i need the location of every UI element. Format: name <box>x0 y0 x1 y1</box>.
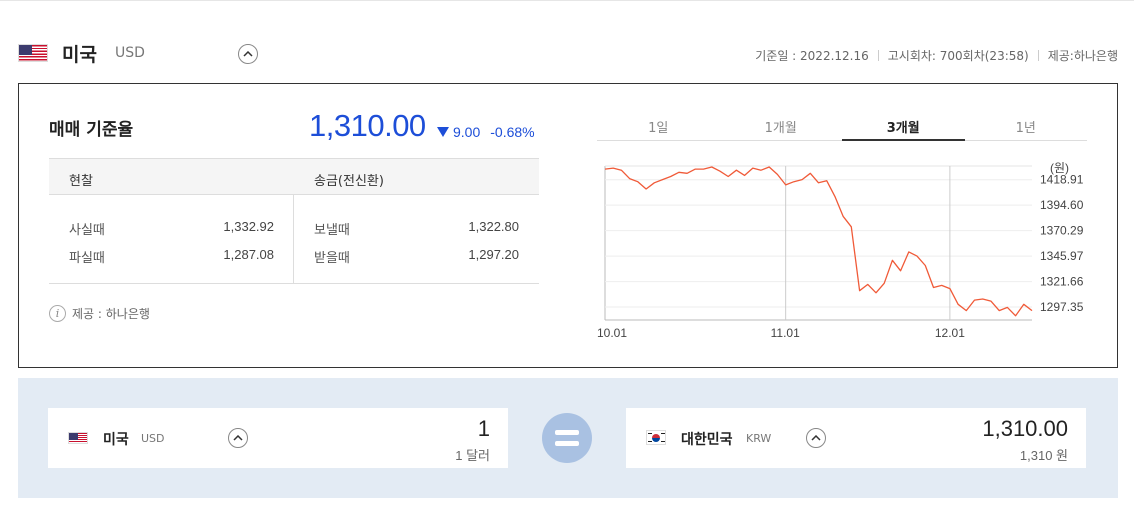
chevron-up-icon <box>243 51 253 57</box>
chart-x-tick-label: 11.01 <box>771 326 800 340</box>
from-amount-unit: 1 달러 <box>455 448 490 463</box>
wire-send-label: 보낼때 <box>314 223 350 238</box>
rate-change-percent: -0.68% <box>490 124 535 140</box>
to-currency-toggle[interactable] <box>806 428 826 448</box>
kr-flag-icon <box>646 430 666 445</box>
currency-header: 미국 USD 기준일 : 2022.12.16 고시회차: 700회차(23:5… <box>18 38 1118 70</box>
converter-from: 미국 USD 1 1 달러 <box>48 408 508 468</box>
tab-1-month[interactable]: 1개월 <box>720 110 843 140</box>
notice-round: 고시회차: 700회차(23:58) <box>887 49 1029 63</box>
to-amount-input[interactable]: 1,310.00 <box>982 416 1068 442</box>
converter-to: 대한민국 KRW 1,310.00 1,310 원 <box>626 408 1086 468</box>
wire-receive-value: 1,297.20 <box>468 247 519 262</box>
rate-value: 1,310.00 <box>309 108 426 143</box>
from-country: 미국 <box>103 432 129 448</box>
top-divider <box>0 0 1134 1</box>
chart-y-tick-label: 1321.66 <box>1040 275 1084 289</box>
chart-y-tick-label: 1297.35 <box>1040 300 1084 314</box>
base-date: 기준일 : 2022.12.16 <box>755 49 869 63</box>
meta-separator <box>1037 50 1039 61</box>
info-icon[interactable]: i <box>49 305 66 322</box>
currency-converter: 미국 USD 1 1 달러 대한민국 KRW 1,310.00 1,310 원 <box>18 378 1118 498</box>
rate-change: 9.00 -0.68% <box>437 124 535 140</box>
chevron-up-icon <box>811 435 821 441</box>
meta-separator <box>877 50 879 61</box>
tab-1-day[interactable]: 1일 <box>597 110 720 140</box>
us-flag-icon <box>68 432 88 444</box>
provider-note: i 제공 : 하나은행 <box>49 305 150 322</box>
to-code: KRW <box>746 432 772 445</box>
column-divider <box>293 195 294 283</box>
us-flag-icon <box>18 44 48 62</box>
equals-icon <box>542 413 592 463</box>
currency-code: USD <box>115 45 145 61</box>
tab-3-months[interactable]: 3개월 <box>842 110 965 141</box>
wire-receive-label: 받을때 <box>314 251 350 266</box>
cash-sell-value: 1,287.08 <box>223 247 274 262</box>
tab-1-year[interactable]: 1년 <box>965 110 1088 140</box>
column-header-wire: 송금(전신환) <box>314 174 384 189</box>
rate-chart-svg: 1418.911394.601370.291345.971321.661297.… <box>597 161 1084 340</box>
rate-chart: 1418.91 1394.60 1370.29 1345.97 1321.66 1297.… <box>597 154 1107 354</box>
rate-table: 현찰 송금(전신환) 사실때 1,332.92 보낼때 1,322.80 파실때… <box>49 158 539 284</box>
down-arrow-icon <box>437 127 449 137</box>
column-header-cash: 현찰 <box>69 174 93 189</box>
rate-change-amount: 9.00 <box>453 124 481 140</box>
cash-buy-label: 사실때 <box>69 223 105 238</box>
currency-country: 미국 <box>62 44 97 66</box>
cash-buy-value: 1,332.92 <box>223 219 274 234</box>
chart-y-axis-label: (원) <box>1050 161 1069 175</box>
rate-card: 매매 기준율 1,310.00 9.00 -0.68% 현찰 송금(전신환) 사… <box>18 83 1118 368</box>
from-amount-input[interactable]: 1 <box>478 416 490 442</box>
header-provider: 제공:하나은행 <box>1047 49 1118 63</box>
chart-y-tick-label: 1370.29 <box>1040 224 1084 238</box>
chart-series-line <box>604 166 1033 317</box>
from-currency-toggle[interactable] <box>228 428 248 448</box>
wire-send-value: 1,322.80 <box>468 219 519 234</box>
chart-x-tick-label: 10.01 <box>597 326 627 340</box>
rate-title: 매매 기준율 <box>49 120 134 140</box>
period-tabs: 1일 1개월 3개월 1년 <box>597 110 1087 141</box>
chevron-up-icon <box>233 435 243 441</box>
to-amount-unit: 1,310 원 <box>1019 448 1068 463</box>
from-code: USD <box>141 432 165 445</box>
rate-table-body: 사실때 1,332.92 보낼때 1,322.80 파실때 1,287.08 받… <box>49 195 539 284</box>
chart-x-tick-label: 12.01 <box>935 326 965 340</box>
currency-select-toggle[interactable] <box>238 44 258 64</box>
rate-table-header: 현찰 송금(전신환) <box>49 158 539 195</box>
chart-y-tick-label: 1345.97 <box>1040 249 1084 263</box>
provider-text: 제공 : 하나은행 <box>72 307 150 321</box>
chart-y-tick-label: 1394.60 <box>1040 198 1084 212</box>
header-meta: 기준일 : 2022.12.16 고시회차: 700회차(23:58) 제공:하… <box>755 47 1118 64</box>
cash-sell-label: 파실때 <box>69 251 105 266</box>
to-country: 대한민국 <box>681 432 733 448</box>
